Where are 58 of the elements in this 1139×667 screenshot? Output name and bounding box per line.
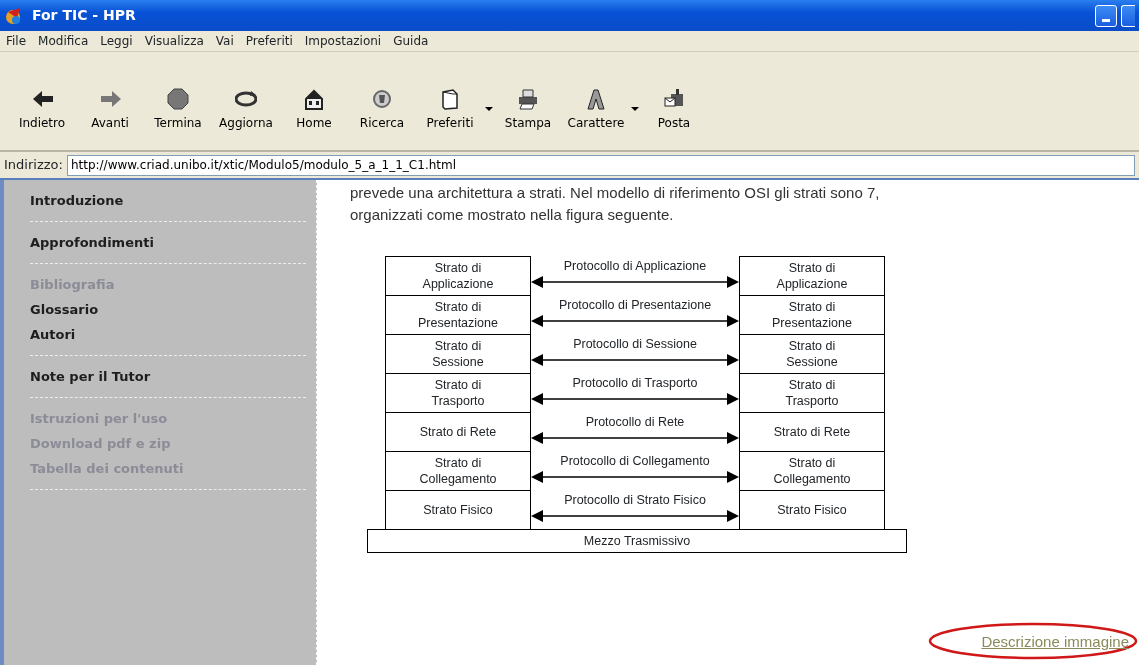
toolbar-button[interactable]: Stampa [494,88,562,132]
protocol-label: Protocollo di Rete [585,414,685,430]
layer-box: Strato di Trasporto [739,373,885,412]
protocol-label: Protocollo di Trasporto [572,375,698,391]
toolbar-button[interactable]: Ricerca [348,88,416,132]
layer-box: Strato di Rete [385,412,531,451]
window-title: For TIC - HPR [32,6,136,25]
layer-box: Strato Fisico [385,490,531,529]
protocol-label: Protocollo di Presentazione [558,297,712,313]
medium-box: Mezzo Trasmissivo [367,529,907,553]
layer-box: Strato di Applicazione [739,256,885,295]
forward-arrow-icon [99,88,121,110]
protocol-label: Protocollo di Sessione [573,336,697,352]
toolbar-button[interactable]: Posta [640,88,708,132]
protocol-label: Protocollo di Strato Fisico [564,492,706,508]
layer-box: Strato di Sessione [385,334,531,373]
menu-item[interactable]: Vai [209,32,240,50]
layer-box: Strato di Rete [739,412,885,451]
mailbox-icon [663,88,685,110]
back-arrow-icon [31,88,53,110]
menu-item[interactable]: Impostazioni [298,32,388,50]
toolbar-button[interactable]: Carattere [562,88,630,132]
toolbar-button[interactable]: Home [280,88,348,132]
protocol-label: Protocollo di Applicazione [563,258,707,274]
toolbar-button[interactable]: Avanti [76,88,144,132]
layer-box: Strato Fisico [739,490,885,529]
sidebar-link[interactable]: Glossario [30,297,306,322]
menu-item[interactable]: Modifica [32,32,95,50]
minimize-icon[interactable] [1095,4,1117,27]
sidebar-link[interactable]: Note per il Tutor [30,364,306,389]
menu-item[interactable]: File [0,32,33,50]
layer-box: Strato di Presentazione [385,295,531,334]
maximize-icon[interactable] [1121,4,1135,27]
sidebar-link[interactable]: Approfondimenti [30,230,306,255]
home-icon [303,88,325,110]
menu-item[interactable]: Preferiti [239,32,299,50]
address-label: Indirizzo: [4,156,63,175]
menu-item[interactable]: Guida [387,32,435,50]
sidebar-link[interactable]: Introduzione [30,188,306,213]
layer-box: Strato di Presentazione [739,295,885,334]
address-field[interactable]: http://www.criad.unibo.it/xtic/Modulo5/modulo_5_a_1_1_C1.html [66,154,1135,176]
paragraph: prevede una architettura a strati. Nel modello di riferimento OSI gli strati sono 7, organizzati come mostrato nella figura seguente. [350,183,881,225]
printer-icon [517,88,539,110]
layer-box: Strato di Sessione [739,334,885,373]
toolbar-button[interactable]: Termina [144,88,212,132]
menu-item[interactable]: Leggi [94,32,139,50]
toolbar-button[interactable]: Aggiorna [212,88,280,132]
toolbar-button[interactable]: Indietro [8,88,76,132]
protocol-label: Protocollo di Collegamento [560,453,710,469]
sidebar-link[interactable]: Autori [30,322,306,347]
layer-box: Strato di Applicazione [385,256,531,295]
layer-box: Strato di Collegamento [385,451,531,490]
stop-icon [167,88,189,110]
layer-box: Strato di Collegamento [739,451,885,490]
menu-item[interactable]: Visualizza [138,32,210,50]
toolbar-button[interactable]: Preferiti [416,88,484,132]
layer-box: Strato di Trasporto [385,373,531,412]
letter-a-icon [585,88,607,110]
